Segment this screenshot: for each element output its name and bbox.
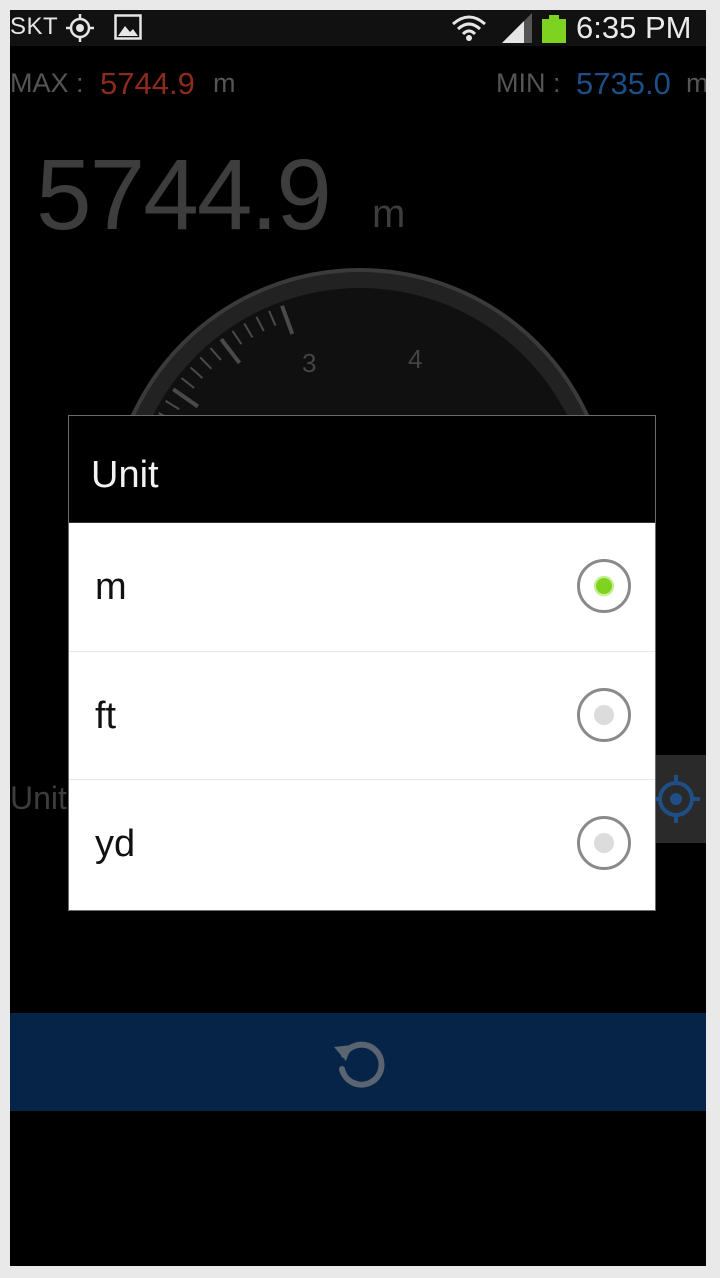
unit-dialog: Unit m ft yd [68,415,656,911]
altitude-unit: m [372,192,406,236]
reset-button[interactable] [10,1013,706,1111]
max-unit: m [213,68,236,98]
locate-icon [652,775,700,823]
clock: 6:35 PM [576,10,692,45]
radio-dot [594,705,614,725]
radio-button-m[interactable] [577,559,631,613]
unit-option-m[interactable]: m [69,523,655,651]
locate-button[interactable] [650,755,706,843]
carrier-name: SKT [10,13,59,40]
min-unit: m [686,68,706,98]
dialog-header: Unit [69,416,655,523]
phone-screen: SKT 6:35 PM MAX : 5744.9 m MIN: 5735.0 … [10,10,706,1266]
max-label: MAX : [10,68,84,98]
gauge-label-4: 4 [408,344,422,374]
min-label: MIN : [496,68,561,98]
radio-dot [594,576,614,596]
status-bar: SKT 6:35 PM [10,10,706,46]
dialog-title: Unit [91,454,159,496]
min-value: 5735.0 [576,66,671,101]
wifi-icon [452,15,486,41]
refresh-icon [334,1041,385,1088]
gallery-icon [114,14,142,40]
altitude-reading: 5744.9 [36,139,332,251]
unit-option-ft[interactable]: ft [69,651,655,780]
max-value: 5744.9 [100,66,195,101]
option-label: ft [95,695,117,737]
gauge-label-3: 3 [302,348,316,378]
signal-icon [502,13,532,43]
unit-setting-label: Unit [10,780,67,816]
min-max-row: MAX : 5744.9 m MIN : 5735.0 m [10,66,706,108]
battery-icon [542,15,566,43]
option-label: m [95,566,127,608]
unit-option-yd[interactable]: yd [69,779,655,908]
radio-dot [594,833,614,853]
gps-icon [66,14,94,42]
option-label: yd [95,823,136,865]
radio-button-yd[interactable] [577,816,631,870]
radio-button-ft[interactable] [577,688,631,742]
